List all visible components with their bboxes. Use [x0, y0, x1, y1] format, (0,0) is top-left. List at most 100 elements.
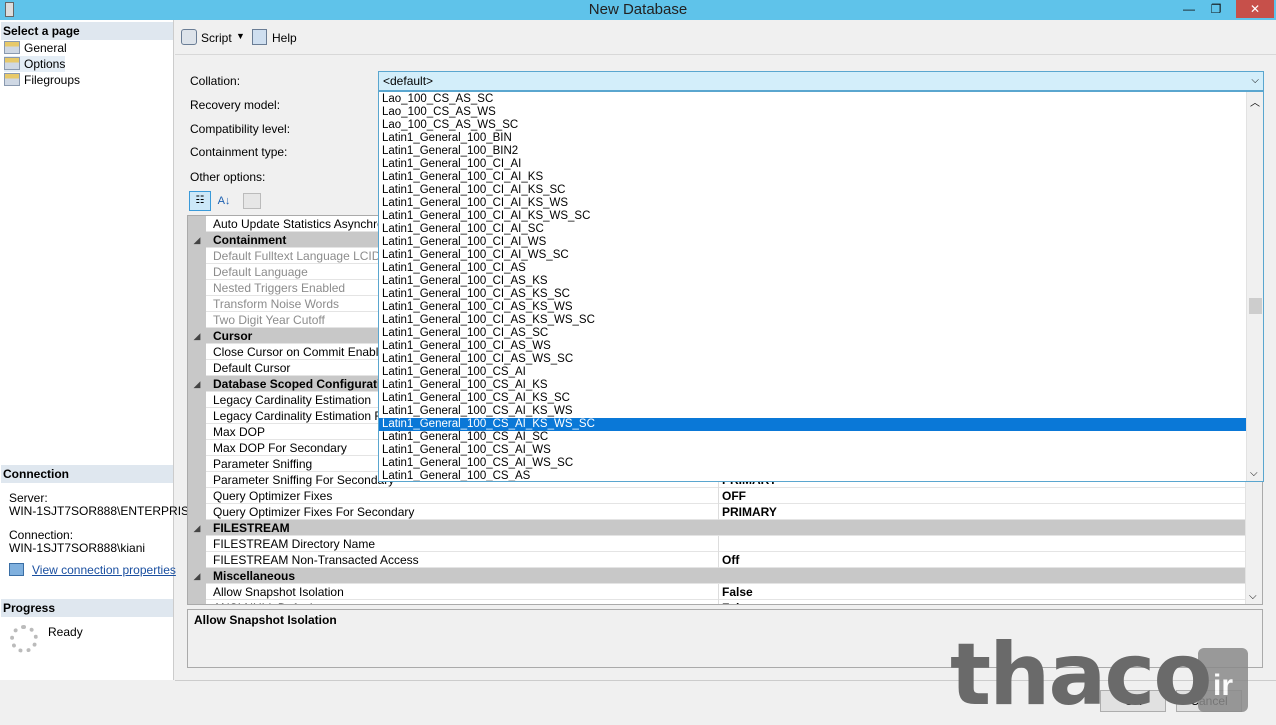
dropdown-scrollbar[interactable]: ︿ ⌵ [1246, 92, 1263, 481]
property-row[interactable]: Allow Snapshot Isolation False [188, 584, 1248, 600]
compatibility-level-label: Compatibility level: [190, 122, 291, 136]
collation-option[interactable]: Latin1_General_100_CI_AI_KS_WS [379, 197, 1247, 210]
page-options[interactable]: Options [4, 56, 66, 72]
property-row[interactable]: Query Optimizer Fixes OFF [188, 488, 1248, 504]
scroll-up-icon[interactable]: ︿ [1250, 94, 1260, 109]
collation-option[interactable]: Latin1_General_100_CI_AI_KS [379, 171, 1247, 184]
property-row[interactable]: ANSI NULL DefaultFalse [188, 600, 1248, 604]
collation-option[interactable]: Latin1_General_100_CS_AI_WS [379, 444, 1247, 457]
script-icon [181, 29, 197, 45]
property-value[interactable]: False [718, 584, 1248, 600]
collation-option[interactable]: Latin1_General_100_CS_AI_KS_WS [379, 405, 1247, 418]
collation-option[interactable]: Latin1_General_100_CI_AS_KS [379, 275, 1247, 288]
collation-option[interactable]: Latin1_General_100_CI_AS_SC [379, 327, 1247, 340]
collapse-icon[interactable]: ◢ [188, 328, 206, 344]
connection-value: WIN-1SJT7SOR888\kiani [9, 541, 146, 555]
page-icon [4, 41, 20, 54]
gutter [188, 280, 206, 296]
scrollbar-thumb[interactable] [1249, 298, 1262, 314]
collation-label: Collation: [190, 74, 241, 88]
collation-option[interactable]: Latin1_General_100_CS_AI_KS [379, 379, 1247, 392]
categorized-button[interactable]: ☷ [189, 191, 211, 211]
property-name: ANSI NULL Default [213, 600, 718, 604]
chevron-down-icon[interactable]: ⌵ [1251, 72, 1259, 90]
collation-dropdown-list[interactable]: Lao_100_CS_AS_SC Lao_100_CS_AS_WS Lao_100_… [378, 91, 1264, 482]
gutter [188, 600, 206, 604]
toolbar [175, 20, 1276, 55]
property-value[interactable]: OFF [718, 488, 1248, 504]
collation-option[interactable]: Lao_100_CS_AS_SC [379, 93, 1247, 106]
left-panel [0, 20, 174, 680]
alphabetical-sort-button[interactable]: A↓ [214, 191, 234, 211]
collation-value: <default> [383, 74, 434, 88]
scroll-down-icon[interactable]: ⌵ [1249, 591, 1257, 602]
collapse-icon[interactable]: ◢ [188, 376, 206, 392]
view-connection-properties-link[interactable]: View connection properties [32, 563, 176, 577]
help-icon [252, 29, 267, 45]
property-name: Query Optimizer Fixes [213, 489, 333, 503]
collation-option[interactable]: Lao_100_CS_AS_WS_SC [379, 119, 1247, 132]
help-button[interactable]: Help [272, 31, 297, 45]
collation-option[interactable]: Latin1_General_100_CI_AI_WS_SC [379, 249, 1247, 262]
collation-option[interactable]: Latin1_General_100_CS_AS [379, 470, 1247, 481]
page-general[interactable]: General [4, 40, 67, 56]
collation-option[interactable]: Latin1_General_100_CI_AI_KS_SC [379, 184, 1247, 197]
collation-option[interactable]: Latin1_General_100_BIN [379, 132, 1247, 145]
property-category[interactable]: ◢ Miscellaneous [188, 568, 1248, 584]
scroll-down-icon[interactable]: ⌵ [1250, 468, 1258, 479]
property-value[interactable]: False [718, 600, 1248, 604]
collapse-icon[interactable]: ◢ [188, 520, 206, 536]
collation-option[interactable]: Latin1_General_100_CS_AI_KS_WS_SC [379, 418, 1247, 431]
collation-option[interactable]: Latin1_General_100_CS_AI_WS_SC [379, 457, 1247, 470]
collation-option[interactable]: Latin1_General_100_CI_AS_KS_SC [379, 288, 1247, 301]
server-label: Server: [9, 491, 48, 505]
restore-button[interactable]: ❐ [1203, 0, 1229, 18]
collation-combobox[interactable]: <default> ⌵ [378, 71, 1264, 91]
collation-option[interactable]: Latin1_General_100_CI_AI_SC [379, 223, 1247, 236]
page-filegroups[interactable]: Filegroups [4, 72, 80, 88]
collation-option[interactable]: Latin1_General_100_BIN2 [379, 145, 1247, 158]
property-name: FILESTREAM Directory Name [213, 537, 376, 551]
collation-option[interactable]: Latin1_General_100_CI_AS_WS_SC [379, 353, 1247, 366]
property-value[interactable] [718, 536, 1248, 552]
collation-option[interactable]: Latin1_General_100_CS_AI [379, 366, 1247, 379]
property-row[interactable]: FILESTREAM Non-Transacted Access Off [188, 552, 1248, 568]
property-row[interactable]: Query Optimizer Fixes For Secondary PRIMA… [188, 504, 1248, 520]
property-category[interactable]: ◢ FILESTREAM [188, 520, 1248, 536]
gutter [188, 552, 206, 568]
collapse-icon[interactable]: ◢ [188, 568, 206, 584]
gutter [188, 248, 206, 264]
progress-status: Ready [48, 625, 83, 639]
page-label: Filegroups [24, 73, 81, 87]
collation-option[interactable]: Lao_100_CS_AS_WS [379, 106, 1247, 119]
collation-option[interactable]: Latin1_General_100_CI_AS_KS_WS_SC [379, 314, 1247, 327]
property-name: Allow Snapshot Isolation [213, 585, 344, 599]
collation-option[interactable]: Latin1_General_100_CI_AS_KS_WS [379, 301, 1247, 314]
collation-option[interactable]: Latin1_General_100_CS_AI_SC [379, 431, 1247, 444]
gutter [188, 584, 206, 600]
gutter [188, 264, 206, 280]
script-dropdown-arrow-icon[interactable]: ▼ [236, 31, 245, 41]
property-name: FILESTREAM Non-Transacted Access [213, 553, 419, 567]
property-row[interactable]: FILESTREAM Directory Name [188, 536, 1248, 552]
page-icon [4, 57, 20, 70]
gutter [188, 344, 206, 360]
collation-option[interactable]: Latin1_General_100_CS_AI_KS_SC [379, 392, 1247, 405]
collation-option[interactable]: Latin1_General_100_CI_AS_WS [379, 340, 1247, 353]
collapse-icon[interactable]: ◢ [188, 232, 206, 248]
collation-option[interactable]: Latin1_General_100_CI_AS [379, 262, 1247, 275]
gutter [188, 392, 206, 408]
close-button[interactable]: ✕ [1236, 0, 1274, 18]
gutter [188, 424, 206, 440]
gutter [188, 472, 206, 488]
collation-option[interactable]: Latin1_General_100_CI_AI_KS_WS_SC [379, 210, 1247, 223]
property-value[interactable]: PRIMARY [718, 504, 1248, 520]
script-button[interactable]: Script [201, 31, 232, 45]
minimize-button[interactable]: — [1176, 0, 1202, 18]
collation-option[interactable]: Latin1_General_100_CI_AI [379, 158, 1247, 171]
collation-option[interactable]: Latin1_General_100_CI_AI_WS [379, 236, 1247, 249]
property-pages-button[interactable] [243, 193, 261, 209]
gutter [188, 408, 206, 424]
server-value: WIN-1SJT7SOR888\ENTERPRIS [9, 504, 190, 518]
property-value[interactable]: Off [718, 552, 1248, 568]
